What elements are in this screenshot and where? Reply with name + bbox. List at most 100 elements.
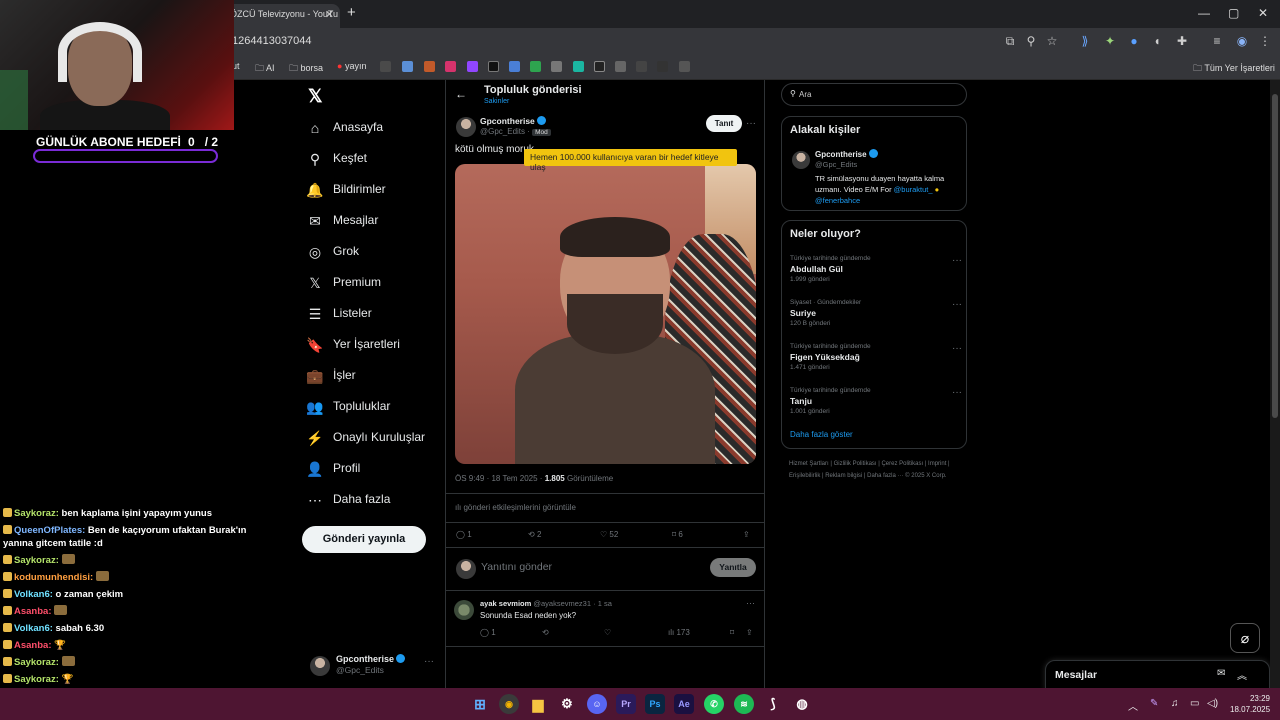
chat-username[interactable]: Volkan6: xyxy=(14,589,53,600)
install-icon[interactable]: ⧉ xyxy=(1003,34,1017,48)
twitch-icon[interactable] xyxy=(467,61,478,72)
bookmark-folder-borsa[interactable]: 🗀 borsa xyxy=(289,61,323,77)
obs-icon[interactable]: ◍ xyxy=(792,694,812,714)
avatar[interactable] xyxy=(456,117,476,137)
expand-icon[interactable]: ︽ xyxy=(1237,667,1247,682)
steam-icon[interactable]: ⚙ xyxy=(557,694,577,714)
extension-icon[interactable]: ✦ xyxy=(1103,34,1117,48)
premiere-icon[interactable]: Pr xyxy=(616,694,636,714)
like-button[interactable]: ♡ 52 xyxy=(600,530,618,539)
nav-item-topluluklar[interactable]: 👥 Topluluklar xyxy=(306,396,446,418)
chat-username[interactable]: QueenOfPlates: xyxy=(14,525,85,536)
trend-item[interactable]: Siyaset · Gündemdekiler Suriye 120 B gönde… xyxy=(790,299,962,327)
app-icon[interactable]: ⟆ xyxy=(763,694,783,714)
nav-item-anasayfa[interactable]: ⌂ Anasayfa xyxy=(306,117,446,139)
bookmark-icon[interactable] xyxy=(402,61,413,72)
nav-item-premium[interactable]: 𝕏 Premium xyxy=(306,272,446,294)
all-bookmarks-folder[interactable]: 🗀 Tüm Yer İşaretleri xyxy=(1193,61,1275,77)
extension-icon[interactable]: ⟫ xyxy=(1078,34,1092,48)
post-video[interactable] xyxy=(455,164,756,464)
audio-icon[interactable]: ◖ xyxy=(1150,34,1164,48)
chat-username[interactable]: Saykoraz: xyxy=(14,674,59,685)
x-bookmark-icon[interactable] xyxy=(488,61,499,72)
pen-icon[interactable]: ✎ xyxy=(1150,698,1158,709)
mention-link[interactable]: @fenerbahce xyxy=(815,196,860,205)
new-tab-button[interactable]: + xyxy=(347,4,356,21)
search-input[interactable]: ⚲ Ara xyxy=(781,83,967,106)
reply-input[interactable]: Yanıtını gönder xyxy=(481,561,552,573)
bookmark-icon[interactable] xyxy=(573,61,584,72)
more-icon[interactable]: ··· xyxy=(952,299,962,310)
grok-icon[interactable]: ⌀ xyxy=(1230,623,1260,653)
bookmark-icon[interactable] xyxy=(380,61,391,72)
photoshop-icon[interactable]: Ps xyxy=(645,694,665,714)
bookmark-icon[interactable] xyxy=(509,61,520,72)
footer-links[interactable]: Hizmet Şartları | Gizlilik Politikası | … xyxy=(789,458,964,482)
chat-username[interactable]: Asanba: xyxy=(14,606,51,617)
trend-item[interactable]: Türkiye tarihinde gündemde Tanju 1.001 gön… xyxy=(790,387,962,415)
spotify-icon[interactable]: ≋ xyxy=(734,694,754,714)
new-message-icon[interactable]: ✉ xyxy=(1217,668,1225,679)
nav-item-listeler[interactable]: ☰ Listeler xyxy=(306,303,446,325)
zoom-icon[interactable]: ⚲ xyxy=(1024,34,1038,48)
bookmark-icon[interactable] xyxy=(551,61,562,72)
chat-username[interactable]: Asanba: xyxy=(14,640,51,651)
post-button[interactable]: Gönderi yayınla xyxy=(302,526,426,553)
volume-icon[interactable]: ◁) xyxy=(1207,698,1218,709)
bookmark-folder-ai[interactable]: 🗀 AI xyxy=(255,61,275,77)
bookmark-icon[interactable] xyxy=(636,61,647,72)
nav-item-onaylı-kuruluşlar[interactable]: ⚡ Onaylı Kuruluşlar xyxy=(306,427,446,449)
chat-username[interactable]: Saykoraz: xyxy=(14,657,59,668)
file-explorer-icon[interactable]: ▆ xyxy=(528,694,548,714)
more-icon[interactable]: ··· xyxy=(424,656,434,667)
url-input[interactable]: 1264413037044 xyxy=(232,35,312,47)
bookmark-icon[interactable] xyxy=(424,61,435,72)
bookmark-star-icon[interactable]: ☆ xyxy=(1045,34,1059,48)
nav-item-yer-i̇şaretleri[interactable]: 🔖 Yer İşaretleri xyxy=(306,334,446,356)
media-control-icon[interactable]: ≡ xyxy=(1210,34,1224,48)
nav-item-keşfet[interactable]: ⚲ Keşfet xyxy=(306,148,446,170)
back-arrow-icon[interactable]: ← xyxy=(455,87,467,101)
trend-item[interactable]: Türkiye tarihinde gündemde Figen Yüksekda… xyxy=(790,343,962,371)
repost-icon[interactable]: ⟲ xyxy=(542,628,549,637)
tab-close-icon[interactable]: ✕ xyxy=(325,8,334,21)
clock[interactable]: 23:29 18.07.2025 xyxy=(1230,693,1270,715)
bookmark-icon[interactable] xyxy=(594,61,605,72)
bookmark-icon[interactable] xyxy=(615,61,626,72)
more-icon[interactable]: ··· xyxy=(746,598,755,608)
more-icon[interactable]: ··· xyxy=(952,343,962,354)
close-window-button[interactable]: ✕ xyxy=(1258,6,1268,20)
repost-button[interactable]: ⟲ 2 xyxy=(528,530,541,539)
bookmark-yayin[interactable]: ● yayın xyxy=(337,61,366,71)
heart-icon[interactable]: ♡ xyxy=(604,628,611,637)
engagement-link[interactable]: ılı gönderi etkileşimlerini görüntüle xyxy=(455,503,576,512)
more-icon[interactable]: ··· xyxy=(952,387,962,398)
after-effects-icon[interactable]: Ae xyxy=(674,694,694,714)
minimize-button[interactable]: — xyxy=(1198,6,1210,20)
promote-button[interactable]: Tanıt xyxy=(706,115,742,132)
more-icon[interactable]: ··· xyxy=(952,255,962,266)
nav-item-daha-fazla[interactable]: ⋯ Daha fazla xyxy=(306,489,446,511)
bookmark-button[interactable]: ⌑ 6 xyxy=(672,530,683,539)
microphone-icon[interactable]: ♫ xyxy=(1171,698,1179,709)
bookmark-icon[interactable]: ⌑ xyxy=(730,628,734,637)
reply-button[interactable]: ◯ 1 xyxy=(456,530,472,539)
share-icon[interactable]: ⇪ xyxy=(743,530,750,539)
mention-link[interactable]: @buraktut_ xyxy=(894,185,933,194)
instagram-icon[interactable] xyxy=(445,61,456,72)
display-icon[interactable]: ▭ xyxy=(1190,698,1199,709)
show-more-link[interactable]: Daha fazla göster xyxy=(790,430,853,439)
nav-item-grok[interactable]: ◎ Grok xyxy=(306,241,446,263)
messages-drawer[interactable]: Mesajlar ✉ ︽ xyxy=(1045,660,1270,690)
community-name[interactable]: Sakinler xyxy=(484,98,509,105)
account-switcher[interactable]: Gpcontherise @Gpc_Edits ··· xyxy=(306,650,446,684)
more-icon[interactable]: ··· xyxy=(746,118,756,129)
reply-submit-button[interactable]: Yanıtla xyxy=(710,558,756,577)
discord-icon[interactable]: ☺ xyxy=(587,694,607,714)
views-button[interactable]: ılı 173 xyxy=(668,628,690,637)
extension-icon[interactable]: ● xyxy=(1127,34,1141,48)
start-icon[interactable]: ⊞ xyxy=(470,694,490,714)
nav-item-mesajlar[interactable]: ✉ Mesajlar xyxy=(306,210,446,232)
avatar[interactable] xyxy=(454,600,474,620)
browser-menu-icon[interactable]: ⋮ xyxy=(1258,34,1272,48)
